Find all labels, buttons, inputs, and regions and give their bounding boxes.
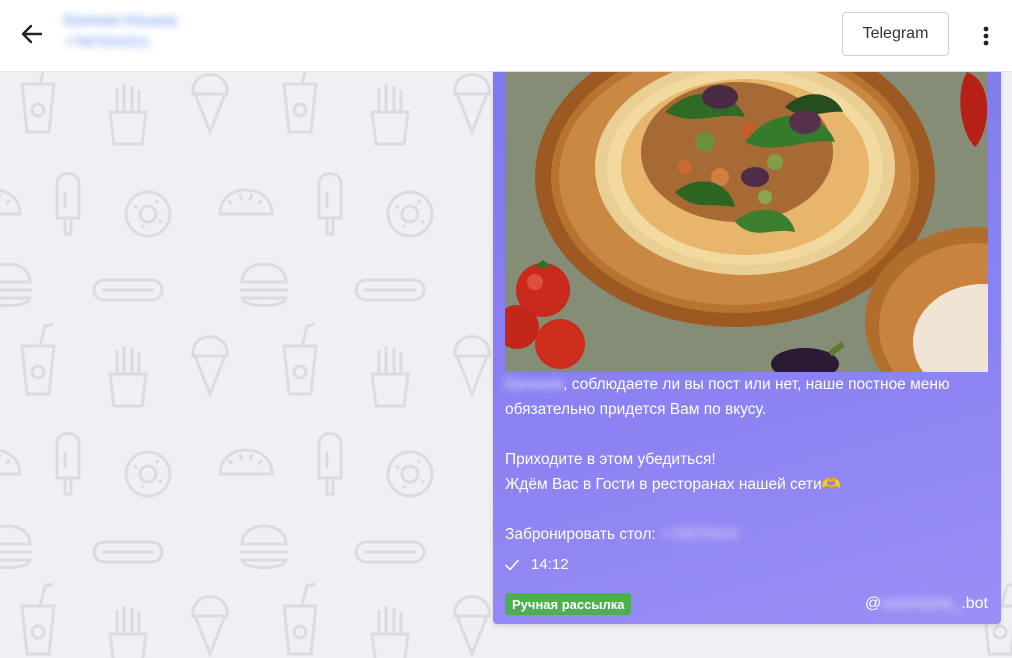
booking-label: Забронировать стол: — [505, 526, 656, 543]
message-line-3: Ждём Вас в Гости в ресторанах нашей сети… — [505, 476, 841, 493]
food-photo-image — [505, 72, 988, 372]
bot-name-hidden: username_ — [881, 595, 962, 612]
message-text: Евгения, соблюдаете ли вы пост или нет, … — [505, 372, 991, 547]
message-time: 14:12 — [531, 556, 569, 573]
message-meta: 14:12 — [505, 556, 569, 573]
message-bubble[interactable]: Евгения, соблюдаете ли вы пост или нет, … — [493, 72, 1001, 624]
channel-selector-button[interactable]: Telegram — [842, 12, 949, 56]
contact-phone: +79876543211 — [64, 34, 151, 49]
recipient-name: Евгения — [505, 376, 564, 393]
bot-prefix: @ — [865, 595, 882, 612]
more-vertical-icon — [983, 26, 989, 46]
contact-info[interactable]: Евгения Ильина +79876543211 — [64, 12, 177, 49]
message-photo[interactable] — [505, 72, 988, 372]
check-icon — [505, 559, 519, 570]
message-line-2: Приходите в этом убедиться! — [505, 451, 716, 468]
message-line-1: , соблюдаете ли вы пост или нет, наше по… — [505, 376, 950, 418]
bot-username: @ username_ .bot — [865, 595, 988, 613]
more-menu-button[interactable] — [974, 22, 998, 50]
contact-name: Евгения Ильина — [64, 12, 177, 29]
back-button[interactable] — [18, 20, 46, 48]
chat-header: Евгения Ильина +79876543211 Telegram — [0, 0, 1012, 72]
mailing-type-badge: Ручная рассылка — [505, 593, 632, 615]
bot-suffix: .bot — [961, 595, 988, 612]
arrow-left-icon — [21, 24, 43, 44]
booking-phone[interactable]: +79876543 — [660, 522, 738, 547]
